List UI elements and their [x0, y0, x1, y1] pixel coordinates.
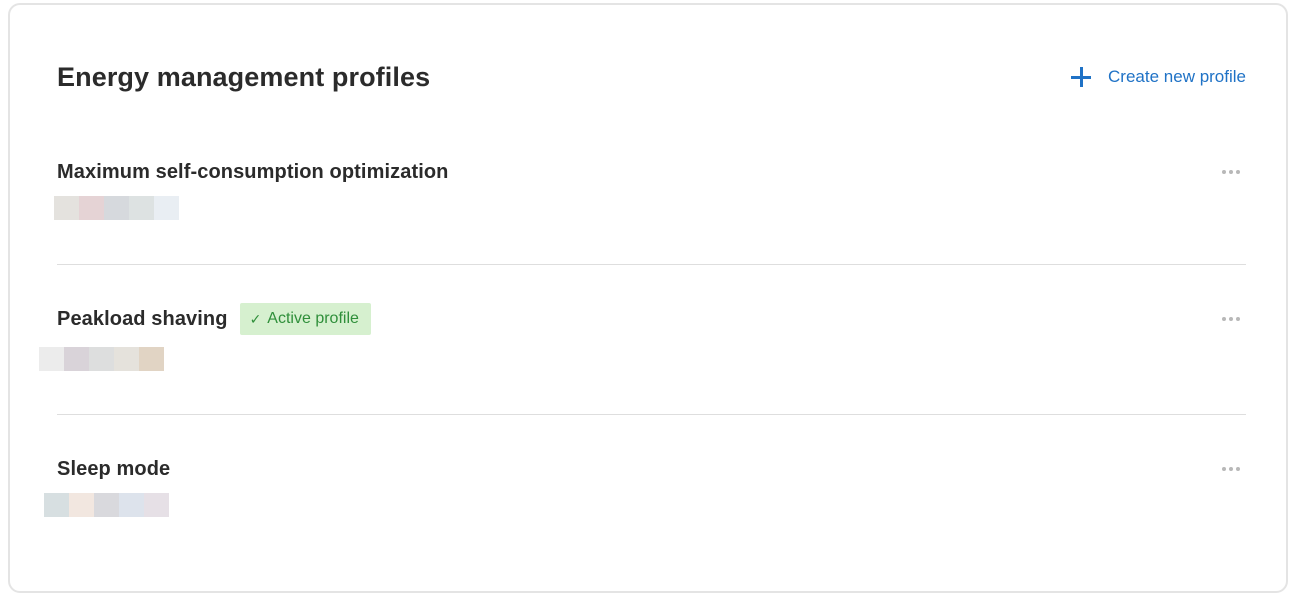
profile-name-row: Maximum self-consumption optimization: [57, 156, 449, 188]
profile-name: Sleep mode: [57, 457, 171, 480]
profile-name: Maximum self-consumption optimization: [57, 160, 449, 183]
more-horizontal-icon[interactable]: [1216, 162, 1246, 182]
redacted-swatch: [144, 493, 169, 517]
redacted-swatch: [114, 347, 139, 371]
plus-icon: [1070, 66, 1092, 88]
page-title: Energy management profiles: [57, 62, 431, 92]
card-header: Energy management profiles Create new pr…: [57, 57, 1286, 97]
redacted-swatch: [139, 347, 164, 371]
profile-name-row: Sleep mode: [57, 453, 170, 485]
active-profile-badge: ✓ Active profile: [239, 303, 371, 335]
redacted-swatch: [64, 347, 89, 371]
check-icon: ✓: [249, 310, 262, 327]
redacted-swatch: [94, 493, 119, 517]
more-horizontal-icon[interactable]: [1216, 309, 1246, 329]
badge-label: Active profile: [267, 310, 359, 327]
profile-item-sleep-mode[interactable]: Sleep mode: [44, 453, 1246, 573]
redacted-description: [39, 347, 164, 371]
redacted-swatch: [79, 196, 104, 220]
redacted-swatch: [129, 196, 154, 220]
redacted-description: [54, 196, 179, 220]
redacted-description: [44, 493, 169, 517]
redacted-swatch: [89, 347, 114, 371]
redacted-swatch: [39, 347, 64, 371]
profiles-card: Energy management profiles Create new pr…: [8, 3, 1288, 593]
redacted-swatch: [119, 493, 144, 517]
more-horizontal-icon[interactable]: [1216, 459, 1246, 479]
divider: [57, 264, 1246, 265]
redacted-swatch: [54, 196, 79, 220]
profile-item-max-self-consumption[interactable]: Maximum self-consumption optimization: [54, 156, 1246, 276]
create-profile-button[interactable]: Create new profile: [1070, 59, 1246, 95]
redacted-swatch: [69, 493, 94, 517]
divider: [57, 414, 1246, 415]
redacted-swatch: [154, 196, 179, 220]
profile-name: Peakload shaving: [57, 307, 228, 330]
redacted-swatch: [104, 196, 129, 220]
create-profile-label: Create new profile: [1108, 67, 1246, 86]
profile-item-peakload-shaving[interactable]: Peakload shaving ✓ Active profile: [39, 303, 1246, 423]
profile-name-row: Peakload shaving ✓ Active profile: [57, 303, 371, 335]
redacted-swatch: [44, 493, 69, 517]
